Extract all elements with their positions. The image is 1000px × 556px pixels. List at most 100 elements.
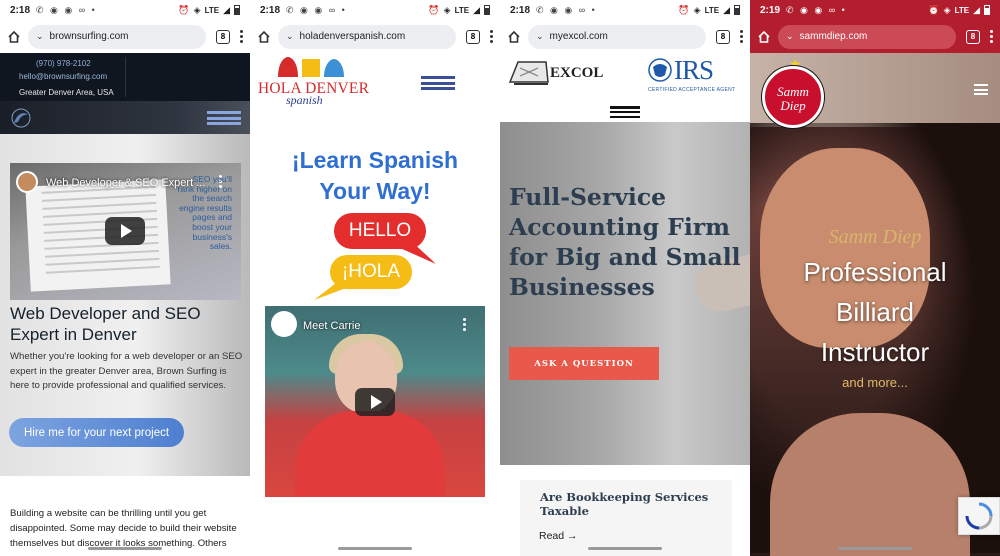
- video-menu-icon[interactable]: [461, 318, 467, 331]
- tab-switcher-button[interactable]: 8: [216, 29, 230, 44]
- hamburger-menu-icon[interactable]: [610, 106, 640, 118]
- address-bar[interactable]: ⌄ brownsurfing.com: [28, 24, 206, 49]
- browser-toolbar: ⌄ brownsurfing.com 8: [0, 20, 250, 53]
- page-heading: Full-Service Accounting Firm for Big and…: [509, 183, 741, 301]
- irs-logo-text: IRS: [674, 55, 714, 85]
- email-link[interactable]: hello@brownsurfing.com: [19, 72, 107, 81]
- address-bar[interactable]: ⌄ myexcol.com: [528, 24, 706, 49]
- url-text: sammdiep.com: [799, 31, 868, 42]
- status-right: ⏰ ◈ LTE ◢: [928, 5, 990, 16]
- home-icon[interactable]: [256, 29, 272, 45]
- alarm-icon: ⏰: [428, 4, 440, 15]
- hamburger-menu-icon[interactable]: [421, 76, 455, 90]
- browser-menu-icon[interactable]: [988, 30, 994, 43]
- hero-heading-line1: ¡Learn Spanish: [291, 147, 459, 173]
- address-bar[interactable]: ⌄ sammdiep.com: [778, 24, 956, 49]
- hero-description: Whether you're looking for a web develop…: [10, 351, 243, 391]
- blog-post-card[interactable]: Are Bookkeeping Services Taxable Read →: [520, 480, 732, 556]
- hola-denver-logo[interactable]: HOLA DENVER spanish: [258, 55, 370, 113]
- hamburger-menu-icon[interactable]: [207, 111, 241, 125]
- post-title[interactable]: Are Bookkeeping Services Taxable: [540, 490, 720, 518]
- alarm-icon: ⏰: [178, 4, 190, 15]
- channel-avatar[interactable]: [271, 311, 297, 337]
- phone-panel-myexcol: 2:18 ✆ ◉ ◉ ∞ • ⏰ ◈ LTE ◢ ⌄ myexcol.com 8…: [500, 0, 750, 556]
- home-icon[interactable]: [6, 29, 22, 45]
- hire-me-button[interactable]: Hire me for your next project: [9, 418, 184, 447]
- wifi-icon: ◈: [693, 4, 701, 15]
- youtube-video-embed[interactable]: Meet Carrie: [265, 306, 485, 497]
- and-more-link[interactable]: and more...: [750, 375, 1000, 390]
- page-heading: Web Developer and SEO Expert in Denver: [10, 304, 201, 344]
- excol-logo-text: EXCOL: [550, 65, 604, 81]
- phone-link[interactable]: (970) 978-2102: [36, 59, 91, 68]
- signal-icon: ◢: [973, 4, 980, 15]
- phone-panel-brownsurfing: 2:18 ✆ ◉ ◉ ∞ • ⏰ ◈ LTE ◢ ⌄ brownsurfing.…: [0, 0, 250, 556]
- signal-icon: ◢: [723, 4, 730, 15]
- channel-avatar[interactable]: [16, 171, 38, 193]
- gesture-bar[interactable]: [338, 547, 412, 550]
- irs-logo: IRS CERTIFIED ACCEPTANCE AGENT: [648, 55, 735, 95]
- alarm-icon: ⏰: [928, 4, 940, 15]
- gesture-bar[interactable]: [838, 547, 912, 550]
- battery-icon: [984, 5, 990, 15]
- site-settings-icon[interactable]: ⌄: [786, 31, 794, 42]
- signal-icon: ◢: [473, 4, 480, 15]
- play-icon[interactable]: [355, 388, 395, 416]
- browser-toolbar: ⌄ sammdiep.com 8: [750, 20, 1000, 53]
- irs-subtitle: CERTIFIED ACCEPTANCE AGENT: [648, 87, 736, 93]
- samm-diep-logo[interactable]: ★ Samm Diep: [762, 56, 824, 128]
- browser-menu-icon[interactable]: [488, 30, 494, 43]
- status-right: ⏰ ◈ LTE ◢: [428, 5, 490, 16]
- url-text: myexcol.com: [549, 31, 608, 42]
- battery-icon: [734, 5, 740, 15]
- wifi-icon: ◈: [193, 4, 201, 15]
- recaptcha-badge[interactable]: [958, 497, 1000, 535]
- video-thumbnail-document: [25, 179, 171, 292]
- site-settings-icon[interactable]: ⌄: [36, 31, 44, 42]
- tab-switcher-button[interactable]: 8: [966, 29, 980, 44]
- contact-header: (970) 978-2102 hello@brownsurfing.com Gr…: [0, 53, 250, 101]
- url-text: brownsurfing.com: [49, 31, 129, 42]
- hola-bubble: ¡HOLA: [330, 255, 412, 289]
- wifi-icon: ◈: [443, 4, 451, 15]
- address-bar[interactable]: ⌄ holadenverspanish.com: [278, 24, 456, 49]
- video-title[interactable]: Meet Carrie: [303, 320, 360, 332]
- browser-menu-icon[interactable]: [238, 30, 244, 43]
- status-right: ⏰ ◈ LTE ◢: [178, 5, 240, 16]
- home-icon[interactable]: [756, 29, 772, 45]
- gesture-bar[interactable]: [88, 547, 162, 550]
- browser-menu-icon[interactable]: [738, 30, 744, 43]
- divider: [125, 57, 126, 97]
- network-label: LTE: [704, 5, 720, 15]
- read-more-link[interactable]: Read →: [539, 530, 578, 542]
- site-settings-icon[interactable]: ⌄: [536, 31, 544, 42]
- phone-panel-sammdiep: 2:19 ✆ ◉ ◉ ∞ • ⏰ ◈ LTE ◢ ⌄ sammdiep.com …: [750, 0, 1000, 556]
- notification-icons: ✆ ◉ ◉ ∞ •: [286, 4, 347, 15]
- status-right: ⏰ ◈ LTE ◢: [678, 5, 740, 16]
- tab-switcher-button[interactable]: 8: [716, 29, 730, 44]
- location-text: Greater Denver Area, USA: [19, 88, 114, 97]
- tab-switcher-button[interactable]: 8: [466, 29, 480, 44]
- gesture-bar[interactable]: [588, 547, 662, 550]
- ask-question-button[interactable]: ASK A QUESTION: [509, 347, 659, 380]
- intro-paragraph: Building a website can be thrilling unti…: [10, 508, 237, 549]
- battery-icon: [484, 5, 490, 15]
- status-time: 2:18: [510, 4, 531, 16]
- youtube-video-embed[interactable]: Web Developer & SEO Expert ... SEO you'l…: [10, 163, 241, 300]
- excol-logo[interactable]: EXCOL: [508, 56, 610, 90]
- video-side-text: SEO you'll rank higher on the search eng…: [177, 174, 232, 252]
- phone-panel-holadenver: 2:18 ✆ ◉ ◉ ∞ • ⏰ ◈ LTE ◢ ⌄ holadenverspa…: [250, 0, 500, 556]
- browser-toolbar: ⌄ myexcol.com 8: [500, 20, 750, 53]
- url-text: holadenverspanish.com: [299, 31, 406, 42]
- brownsurfing-logo-icon[interactable]: [10, 107, 32, 129]
- site-nav-bar: [0, 101, 250, 134]
- browser-toolbar: ⌄ holadenverspanish.com 8: [250, 20, 500, 53]
- video-thumbnail-dress: [295, 411, 445, 497]
- site-settings-icon[interactable]: ⌄: [286, 31, 294, 42]
- notification-icons: ✆ ◉ ◉ ∞ •: [36, 4, 97, 15]
- eagle-emblem-icon: [648, 58, 672, 82]
- home-icon[interactable]: [506, 29, 522, 45]
- play-icon[interactable]: [105, 217, 145, 245]
- hamburger-menu-icon[interactable]: [974, 84, 988, 95]
- mascot-icons: [278, 57, 344, 77]
